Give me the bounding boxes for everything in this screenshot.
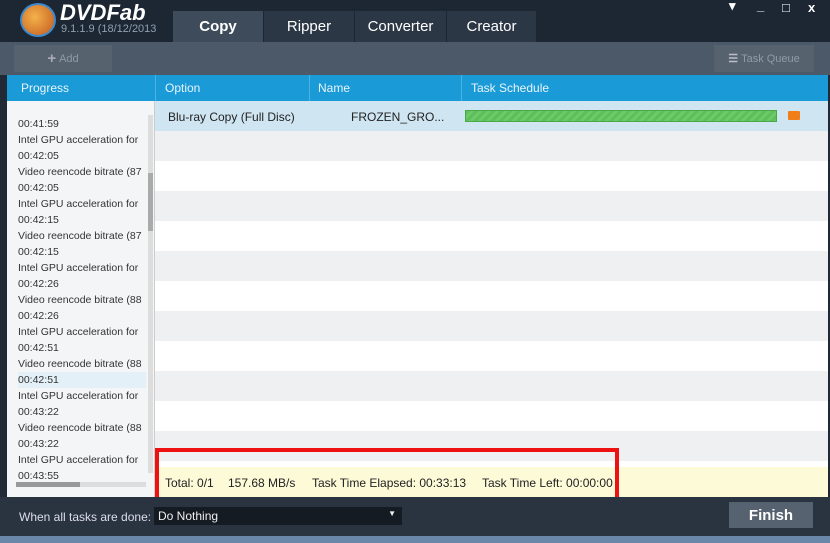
plus-icon: + — [47, 50, 57, 67]
log-vertical-scrollbar[interactable] — [148, 115, 153, 473]
minimize-icon[interactable]: _ — [757, 0, 764, 13]
when-done-label: When all tasks are done: — [19, 510, 152, 524]
task-schedule-header[interactable]: Task Schedule — [471, 81, 549, 95]
log-entry: Intel GPU acceleration for — [18, 326, 139, 338]
log-entry: Intel GPU acceleration for — [18, 390, 139, 402]
tab-creator[interactable]: Creator — [447, 11, 537, 42]
log-entry: 00:42:15 — [18, 214, 59, 226]
log-entry: 00:42:05 — [18, 182, 59, 194]
log-entry: 00:41:59 — [18, 118, 59, 130]
log-entry: 00:43:22 — [18, 406, 59, 418]
log-entry: Video reencode bitrate (88 — [18, 294, 142, 306]
version-label: 9.1.1.9 (18/12/2013 — [61, 23, 157, 35]
add-button[interactable]: + Add — [14, 45, 112, 72]
tab-converter[interactable]: Converter — [355, 11, 447, 42]
log-entry: 00:42:15 — [18, 246, 59, 258]
log-entry: 00:42:26 — [18, 310, 59, 322]
tab-ripper[interactable]: Ripper — [264, 11, 355, 42]
log-entry: Video reencode bitrate (87 — [18, 230, 142, 242]
log-entry: Video reencode bitrate (87 — [18, 166, 142, 178]
task-row[interactable]: Blu-ray Copy (Full Disc) FROZEN_GRO... — [155, 101, 828, 131]
name-header[interactable]: Name — [318, 81, 350, 95]
column-header: Progress Option Name Task Schedule — [7, 75, 828, 101]
close-icon[interactable]: x — [808, 0, 815, 15]
chevron-down-icon: ▼ — [388, 509, 396, 518]
folder-icon[interactable] — [788, 111, 800, 120]
finish-button[interactable]: Finish — [729, 502, 813, 528]
log-entry: Intel GPU acceleration for — [18, 262, 139, 274]
log-horizontal-scrollbar[interactable] — [16, 482, 146, 487]
when-done-select[interactable]: Do Nothing ▼ — [154, 507, 402, 525]
log-entry: Intel GPU acceleration for — [18, 454, 139, 466]
dvdfab-window: DVDFab 9.1.1.9 (18/12/2013 Copy Ripper C… — [0, 0, 830, 536]
log-entry: Video reencode bitrate (88 — [18, 422, 142, 434]
title-bar: DVDFab 9.1.1.9 (18/12/2013 Copy Ripper C… — [0, 0, 830, 42]
log-entry: 00:42:26 — [18, 278, 59, 290]
task-queue-button[interactable]: ☰ Task Queue — [714, 45, 814, 72]
progress-header: Progress — [21, 81, 70, 95]
main-tabs: Copy Ripper Converter Creator — [173, 11, 537, 42]
task-queue-label: Task Queue — [741, 52, 800, 65]
maximize-icon[interactable]: □ — [782, 0, 790, 15]
log-entry: Intel GPU acceleration for — [18, 134, 139, 146]
task-option: Blu-ray Copy (Full Disc) — [168, 110, 295, 124]
log-entry: 00:43:22 — [18, 438, 59, 450]
log-list: 00:41:59 Intel GPU acceleration for 00:42:… — [18, 116, 146, 484]
progress-log-panel: 00:41:59 Intel GPU acceleration for 00:42:… — [7, 101, 155, 497]
add-label: Add — [59, 52, 79, 65]
tab-copy[interactable]: Copy — [173, 11, 264, 42]
menu-dropdown-icon[interactable]: ▾ — [729, 0, 736, 14]
toolbar: + Add ☰ Task Queue — [0, 42, 830, 75]
option-header[interactable]: Option — [165, 81, 200, 95]
log-entry: Video reencode bitrate (88 — [18, 358, 142, 370]
when-done-value: Do Nothing — [158, 509, 219, 523]
bottom-bar: When all tasks are done: Do Nothing ▼ Fin… — [0, 497, 830, 536]
task-name: FROZEN_GRO... — [351, 110, 445, 124]
dvdfab-logo-icon — [20, 3, 56, 37]
log-entry: 00:42:51 — [18, 342, 59, 354]
log-entry: 00:42:05 — [18, 150, 59, 162]
task-progress-bar — [465, 110, 777, 122]
log-entry: Intel GPU acceleration for — [18, 198, 139, 210]
task-list: Blu-ray Copy (Full Disc) FROZEN_GRO... — [155, 101, 828, 467]
log-entry: 00:42:51 — [18, 372, 146, 388]
list-icon: ☰ — [728, 53, 739, 65]
